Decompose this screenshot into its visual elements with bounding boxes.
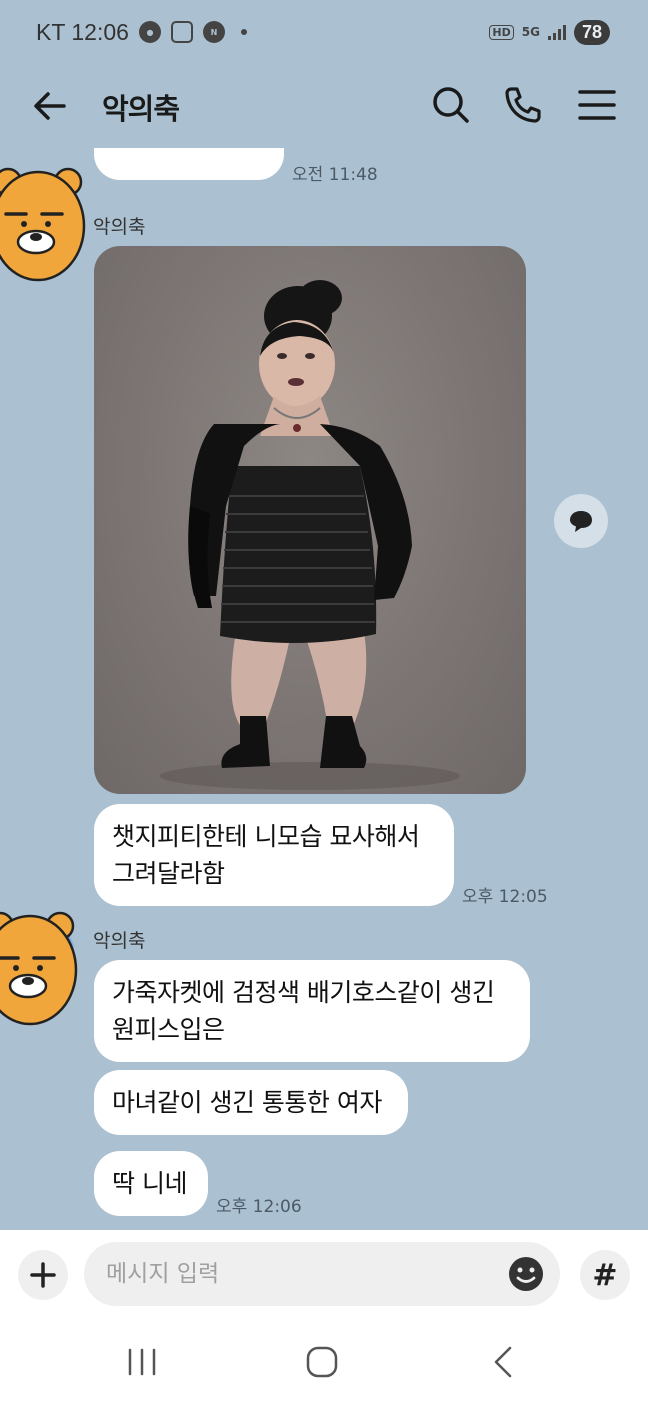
message-bubble[interactable]: 가죽자켓에 검정색 배기호스같이 생긴 원피스입은: [94, 960, 530, 1062]
search-icon: [433, 87, 469, 123]
back-button[interactable]: [30, 86, 70, 126]
phone-icon: [505, 87, 541, 123]
menu-button[interactable]: [576, 84, 618, 126]
talk-notification-icon: ●: [138, 21, 161, 43]
naver-notification-icon: N: [202, 21, 225, 43]
chat-header: 악의축: [0, 64, 648, 148]
call-button[interactable]: [502, 84, 544, 126]
more-notifications-icon: [240, 29, 247, 35]
search-button[interactable]: [430, 84, 472, 126]
message-bubble[interactable]: 마녀같이 생긴 통통한 여자: [94, 1070, 408, 1135]
status-time: 12:06: [71, 18, 129, 45]
chat-bubble-icon: [570, 511, 592, 532]
message-bubble[interactable]: 챗지피티한테 니모습 묘사해서 그려달라함: [94, 804, 454, 906]
hash-icon: #: [592, 1257, 618, 1293]
back-arrow-icon: [34, 92, 66, 120]
woman-in-leather-jacket-image: [160, 280, 460, 790]
recent-apps-icon: [128, 1348, 156, 1376]
sender-name: 악의축: [93, 216, 146, 238]
message-bubble-partial[interactable]: [94, 148, 284, 180]
message-input[interactable]: [84, 1242, 560, 1306]
hashtag-button[interactable]: #: [580, 1250, 630, 1300]
message-time: 오후 12:05: [462, 887, 548, 907]
emoticon-icon: [509, 1257, 543, 1291]
attach-button[interactable]: [18, 1250, 68, 1300]
signal-icon: [547, 24, 566, 40]
avatar[interactable]: [0, 910, 78, 1026]
chat-area[interactable]: 오전 11:48 악의축 챗지피티한테 니모습 묘사해서 그려달라함 오후 12…: [0, 148, 648, 1230]
home-icon: [306, 1346, 338, 1378]
message-time: 오전 11:48: [292, 165, 378, 185]
status-left: KT 12:06 ● N: [36, 19, 247, 46]
message-bubble[interactable]: 딱 니네: [94, 1151, 208, 1216]
share-button[interactable]: [554, 494, 608, 548]
nav-back-icon: [494, 1346, 512, 1378]
shared-image[interactable]: [94, 246, 526, 794]
network-5g-icon: 5G: [521, 25, 540, 39]
message-input-bar: #: [0, 1230, 648, 1320]
home-button[interactable]: [300, 1342, 344, 1382]
chat-title: 악의축: [102, 92, 180, 126]
sender-name: 악의축: [93, 930, 146, 952]
carrier-label: KT 12:06: [36, 19, 129, 46]
carrier-name: KT: [36, 18, 65, 45]
plus-icon: [30, 1262, 56, 1288]
screenshot-notification-icon: [170, 21, 193, 43]
status-right: HD 5G 78: [489, 19, 610, 45]
nav-back-button[interactable]: [482, 1342, 526, 1382]
recent-apps-button[interactable]: [120, 1342, 164, 1382]
menu-icon: [578, 90, 616, 120]
status-bar: KT 12:06 ● N HD 5G 78: [0, 0, 648, 64]
message-time: 오후 12:06: [216, 1197, 302, 1217]
avatar[interactable]: [0, 166, 86, 282]
system-nav-bar: [0, 1320, 648, 1404]
battery-indicator: 78: [573, 19, 610, 45]
emoji-button[interactable]: [506, 1254, 546, 1294]
hd-voice-icon: HD: [489, 24, 514, 40]
